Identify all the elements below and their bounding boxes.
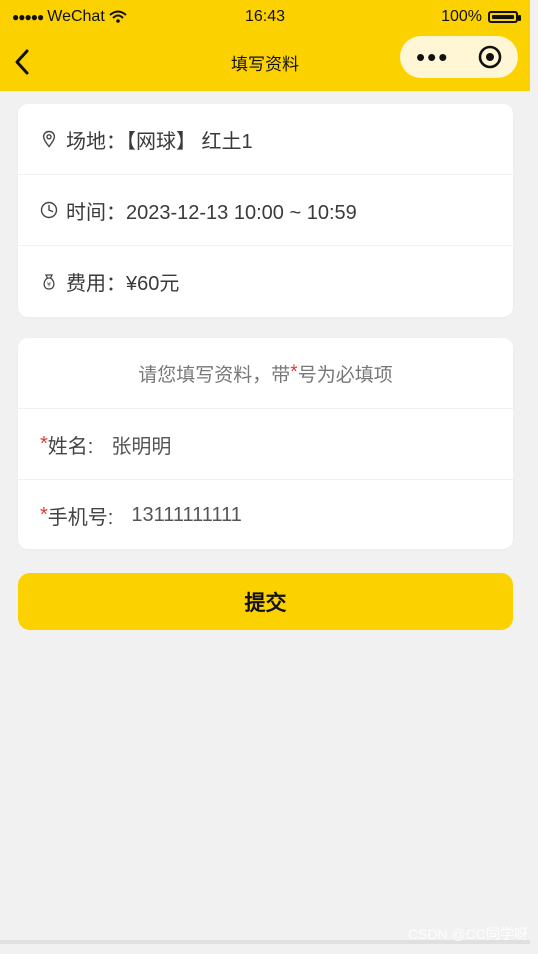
submit-button[interactable]: 提交 — [18, 573, 513, 630]
contact-form-card: 请您填写资料，带 * 号为必填项 * 姓名: 张明明 * 手机号: 13111111… — [18, 338, 513, 549]
booking-info-card: 场地：【网球】 红土1 时间：2023-12-13 10:00 ~ 10:59 … — [18, 104, 513, 317]
phone-input[interactable]: 13111111111 — [131, 504, 241, 527]
fee-row: ¥ 费用：¥60元 — [18, 246, 513, 317]
form-hint: 请您填写资料，带 * 号为必填项 — [18, 338, 513, 409]
required-star: * — [40, 432, 48, 455]
venue-row: 场地：【网球】 红土1 — [18, 104, 513, 175]
mini-program-capsule: ••• — [400, 36, 518, 78]
form-hint-text-end: 号为必填项 — [297, 364, 393, 386]
phone-label: 手机号: — [47, 507, 114, 529]
nav-bar: 填写资料 ••• — [0, 34, 530, 91]
header-bar: ●●●●● WeChat 16:43 100% 填写资料 ••• — [0, 0, 530, 91]
more-dots-icon[interactable]: ••• — [416, 44, 449, 70]
battery-group: 100% — [441, 8, 521, 26]
watermark: CSDN @CC同学呀 — [408, 926, 528, 942]
name-field-row[interactable]: * 姓名: 张明明 — [18, 409, 513, 480]
battery-icon — [488, 11, 521, 23]
name-input[interactable]: 张明明 — [111, 430, 171, 459]
money-bag-icon: ¥ — [43, 273, 55, 290]
venue-text: 场地：【网球】 红土1 — [66, 130, 253, 153]
phone-field-row[interactable]: * 手机号: 13111111111 — [18, 480, 513, 551]
close-circle-icon[interactable] — [478, 45, 502, 69]
location-pin-icon — [42, 130, 56, 148]
name-label: 姓名: — [47, 435, 94, 458]
form-hint-text: 请您填写资料，带 — [138, 364, 291, 386]
status-bar: ●●●●● WeChat 16:43 100% — [0, 0, 530, 34]
clock-icon — [40, 201, 58, 219]
required-star: * — [290, 362, 298, 383]
time-text: 时间：2023-12-13 10:00 ~ 10:59 — [66, 201, 357, 224]
fee-text: 费用：¥60元 — [66, 273, 180, 295]
time-row: 时间：2023-12-13 10:00 ~ 10:59 — [18, 175, 513, 246]
battery-percent: 100% — [441, 8, 482, 25]
required-star: * — [40, 504, 48, 526]
svg-text:¥: ¥ — [47, 280, 51, 288]
